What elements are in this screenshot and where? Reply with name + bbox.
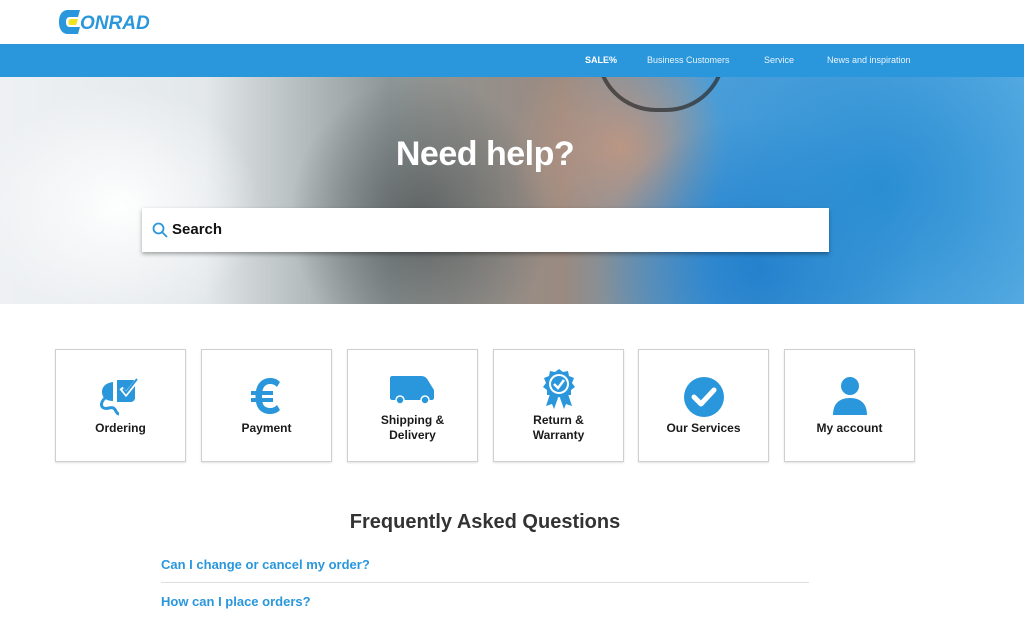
van-icon: [348, 374, 477, 404]
tile-label: Payment: [241, 421, 292, 435]
tile-my-account[interactable]: My account: [784, 349, 915, 462]
search-input[interactable]: Search: [142, 208, 829, 252]
tile-label: Warranty: [532, 428, 585, 442]
hero-banner: Need help? Search: [0, 77, 1024, 304]
header: ONRAD: [0, 0, 1024, 44]
conrad-logo-icon: ONRAD: [59, 10, 150, 34]
nav-item-news-inspiration[interactable]: News and inspiration: [827, 44, 911, 77]
faq-heading: Frequently Asked Questions: [349, 511, 621, 533]
tile-label: Return &: [533, 413, 584, 427]
faq-item[interactable]: Can I change or cancel my order?: [161, 557, 370, 572]
search-placeholder: Search: [172, 221, 223, 238]
tile-label: My account: [816, 421, 883, 435]
tile-shipping-delivery[interactable]: Shipping & Delivery: [347, 349, 478, 462]
conrad-logo[interactable]: ONRAD: [58, 7, 178, 37]
euro-icon: [202, 376, 331, 416]
tile-return-warranty[interactable]: Return & Warranty: [493, 349, 624, 462]
tile-label: Shipping &: [380, 413, 445, 427]
hero-title: Need help?: [395, 135, 575, 173]
user-icon: [785, 376, 914, 416]
nav-item-service[interactable]: Service: [764, 44, 794, 77]
nav-item-sale[interactable]: SALE%: [585, 44, 617, 77]
award-badge-icon: [494, 368, 623, 410]
tile-label: Our Services: [666, 421, 741, 435]
faq-item[interactable]: How can I place orders?: [161, 594, 311, 609]
plug-check-icon: [56, 374, 185, 416]
tile-our-services[interactable]: Our Services: [638, 349, 769, 462]
nav-item-business-customers[interactable]: Business Customers: [647, 44, 730, 77]
search-icon: [152, 222, 168, 238]
faq-divider: [161, 582, 809, 583]
tile-label: Delivery: [389, 428, 436, 442]
tile-ordering[interactable]: Ordering: [55, 349, 186, 462]
main-nav: SALE% Business Customers Service News an…: [0, 44, 1024, 77]
hero-background-image: [596, 77, 726, 112]
check-circle-icon: [639, 376, 768, 418]
tile-label: Ordering: [95, 421, 146, 435]
svg-text:ONRAD: ONRAD: [80, 13, 150, 34]
tile-payment[interactable]: Payment: [201, 349, 332, 462]
